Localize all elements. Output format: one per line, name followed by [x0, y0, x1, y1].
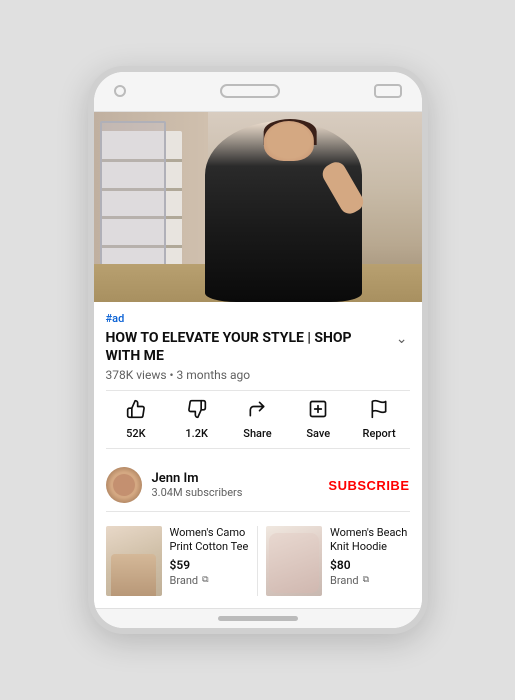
phone-frame: #ad HOW TO ELEVATE YOUR STYLE | SHOP WIT… [88, 66, 428, 634]
save-label: Save [306, 427, 330, 440]
product-info-2: Women's Beach Knit Hoodie $80 Brand ⧉ [330, 526, 410, 587]
video-meta: 378K views • 3 months ago [106, 368, 410, 382]
like-button[interactable]: 52K [116, 399, 156, 440]
product-card-2[interactable]: Women's Beach Knit Hoodie $80 Brand ⧉ [266, 526, 410, 596]
subscribe-button[interactable]: SUBSCRIBE [328, 478, 409, 493]
home-indicator [218, 616, 298, 621]
product-img-hoodie [266, 526, 322, 596]
product-info-1: Women's Camo Print Cotton Tee $59 Brand … [170, 526, 250, 587]
external-link-icon-1: ⧉ [202, 575, 208, 585]
product-price-2: $80 [330, 558, 410, 572]
channel-subscribers: 3.04M subscribers [152, 486, 329, 499]
share-label: Share [243, 427, 271, 440]
phone-speaker [220, 84, 280, 98]
share-icon [247, 399, 267, 423]
share-button[interactable]: Share [237, 399, 277, 440]
channel-info: Jenn Im 3.04M subscribers [152, 471, 329, 499]
dislike-count: 1.2K [185, 427, 208, 440]
product-card-1[interactable]: Women's Camo Print Cotton Tee $59 Brand … [106, 526, 250, 596]
product-img-camo [106, 526, 162, 596]
dislike-icon [187, 399, 207, 423]
channel-avatar[interactable] [106, 467, 142, 503]
product-brand-row-2: Brand ⧉ [330, 574, 410, 587]
products-row: Women's Camo Print Cotton Tee $59 Brand … [106, 522, 410, 608]
mirror [100, 121, 166, 273]
person-arm [319, 159, 367, 218]
phone-camera [374, 84, 402, 98]
phone-circle [114, 85, 126, 97]
phone-bottom-bar [94, 608, 422, 628]
report-icon [369, 399, 389, 423]
product-divider [257, 526, 258, 596]
product-name-1: Women's Camo Print Cotton Tee [170, 526, 250, 555]
save-icon [308, 399, 328, 423]
dislike-button[interactable]: 1.2K [177, 399, 217, 440]
content-area: #ad HOW TO ELEVATE YOUR STYLE | SHOP WIT… [94, 302, 422, 608]
channel-name[interactable]: Jenn Im [152, 471, 329, 486]
product-brand-row-1: Brand ⧉ [170, 574, 250, 587]
product-image-1 [106, 526, 162, 596]
action-bar: 52K 1.2K Share [106, 390, 410, 449]
external-link-icon-2: ⧉ [363, 575, 369, 585]
report-label: Report [363, 427, 396, 440]
avatar-image [113, 474, 135, 496]
product-brand-1: Brand [170, 574, 199, 587]
phone-top-bar [94, 72, 422, 112]
expand-chevron[interactable]: ⌄ [394, 329, 410, 349]
product-brand-2: Brand [330, 574, 359, 587]
like-icon [126, 399, 146, 423]
product-name-2: Women's Beach Knit Hoodie [330, 526, 410, 555]
product-price-1: $59 [170, 558, 250, 572]
person-head [264, 121, 314, 161]
person-body [205, 121, 362, 302]
video-title: HOW TO ELEVATE YOUR STYLE | SHOP WITH ME [106, 329, 386, 365]
report-button[interactable]: Report [359, 399, 399, 440]
like-count: 52K [126, 427, 145, 440]
channel-row: Jenn Im 3.04M subscribers SUBSCRIBE [106, 459, 410, 512]
room-scene [94, 112, 422, 302]
video-thumbnail[interactable] [94, 112, 422, 302]
product-image-2 [266, 526, 322, 596]
ad-label: #ad [106, 312, 410, 325]
save-button[interactable]: Save [298, 399, 338, 440]
title-row: HOW TO ELEVATE YOUR STYLE | SHOP WITH ME… [106, 329, 410, 365]
